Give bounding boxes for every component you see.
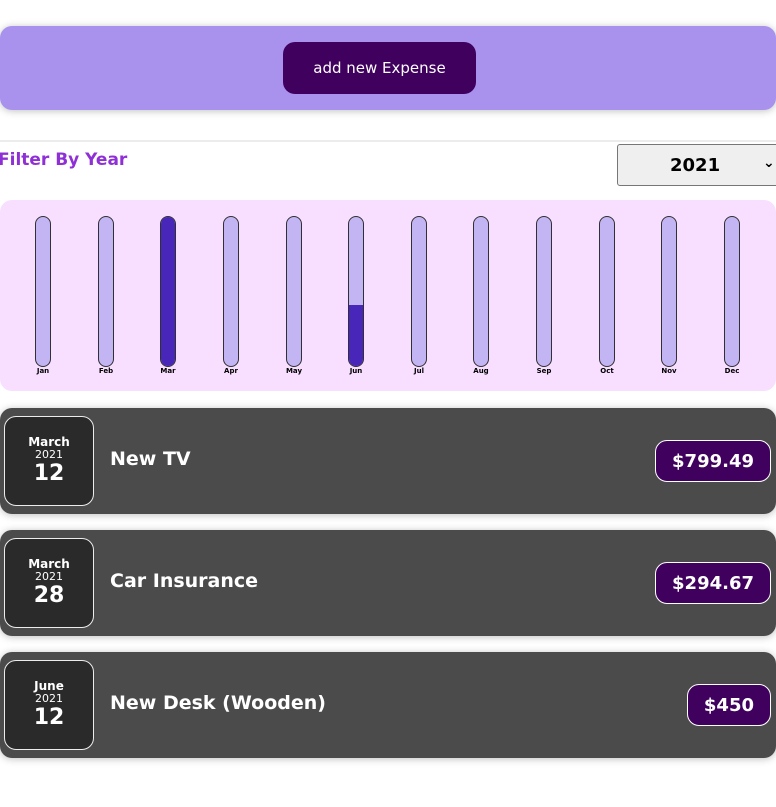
expense-year: 2021	[35, 570, 63, 583]
chart-bar-track	[160, 216, 176, 367]
chart-bar-dec: Dec	[722, 216, 742, 381]
chart-bar-label: Nov	[661, 367, 677, 375]
chart-bar-label: May	[285, 367, 303, 375]
chart-bar-track	[98, 216, 114, 367]
chart-bar-label: Jul	[414, 367, 424, 375]
chart-bar-oct: Oct	[597, 216, 617, 381]
expense-day: 28	[33, 583, 65, 608]
chart-bar-fill	[161, 217, 175, 366]
expense-item: March 2021 12 New TV $799.49	[0, 408, 776, 514]
expense-month: June	[34, 679, 64, 693]
new-expense-panel: add new Expense	[0, 26, 776, 110]
chart-bar-apr: Apr	[221, 216, 241, 381]
add-new-expense-button[interactable]: add new Expense	[283, 42, 476, 94]
chart-bar-label: Sep	[536, 367, 552, 375]
chart-bar-track	[223, 216, 239, 367]
expense-item: March 2021 28 Car Insurance $294.67	[0, 530, 776, 636]
filter-label: Filter By Year	[0, 150, 128, 170]
year-select[interactable]: 2021 ⌄	[617, 144, 776, 186]
expense-amount: $294.67	[655, 562, 771, 604]
chart-bar-label: Jun	[349, 367, 363, 375]
expense-day: 12	[33, 461, 65, 486]
chart-bar-track	[35, 216, 51, 367]
expense-month: March	[28, 435, 70, 449]
chart-bar-label: Feb	[98, 367, 114, 375]
chart-bar-track	[411, 216, 427, 367]
selected-year: 2021	[670, 154, 721, 176]
expense-date: June 2021 12	[4, 660, 94, 750]
chart-bar-label: Oct	[600, 367, 614, 375]
chart-bar-mar: Mar	[158, 216, 178, 381]
chart-bar-feb: Feb	[96, 216, 116, 381]
chart-bar-track	[536, 216, 552, 367]
expenses-chart: Jan Feb Mar Apr May Jun Jul Aug Sep Oct Nov Dec	[0, 200, 776, 391]
chart-bar-fill	[349, 304, 363, 366]
chevron-down-icon: ⌄	[763, 155, 775, 171]
chart-bar-aug: Aug	[471, 216, 491, 381]
expense-year: 2021	[35, 448, 63, 461]
chart-bar-jun: Jun	[346, 216, 366, 381]
expense-month: March	[28, 557, 70, 571]
expense-day: 12	[33, 705, 65, 730]
chart-bar-jan: Jan	[33, 216, 53, 381]
chart-bar-label: Jan	[36, 367, 50, 375]
expense-title: New Desk (Wooden)	[110, 692, 326, 714]
expense-amount: $450	[686, 684, 771, 726]
chart-bar-nov: Nov	[659, 216, 679, 381]
chart-bar-track	[348, 216, 364, 367]
expense-title: New TV	[110, 448, 191, 470]
expenses-filter: Filter By Year 2021 ⌄	[0, 140, 776, 192]
chart-bar-label: Apr	[224, 367, 238, 375]
chart-bar-track	[599, 216, 615, 367]
expense-amount: $799.49	[655, 440, 771, 482]
chart-bar-track	[724, 216, 740, 367]
expense-date: March 2021 12	[4, 416, 94, 506]
expense-date: March 2021 28	[4, 538, 94, 628]
chart-bar-label: Dec	[724, 367, 740, 375]
chart-bar-may: May	[284, 216, 304, 381]
expense-title: Car Insurance	[110, 570, 259, 592]
chart-bar-track	[661, 216, 677, 367]
chart-bar-sep: Sep	[534, 216, 554, 381]
chart-bar-label: Mar	[160, 367, 176, 375]
chart-bar-jul: Jul	[409, 216, 429, 381]
chart-bar-track	[286, 216, 302, 367]
chart-bar-track	[473, 216, 489, 367]
chart-bar-label: Aug	[473, 367, 489, 375]
expense-item: June 2021 12 New Desk (Wooden) $450	[0, 652, 776, 758]
expense-year: 2021	[35, 692, 63, 705]
